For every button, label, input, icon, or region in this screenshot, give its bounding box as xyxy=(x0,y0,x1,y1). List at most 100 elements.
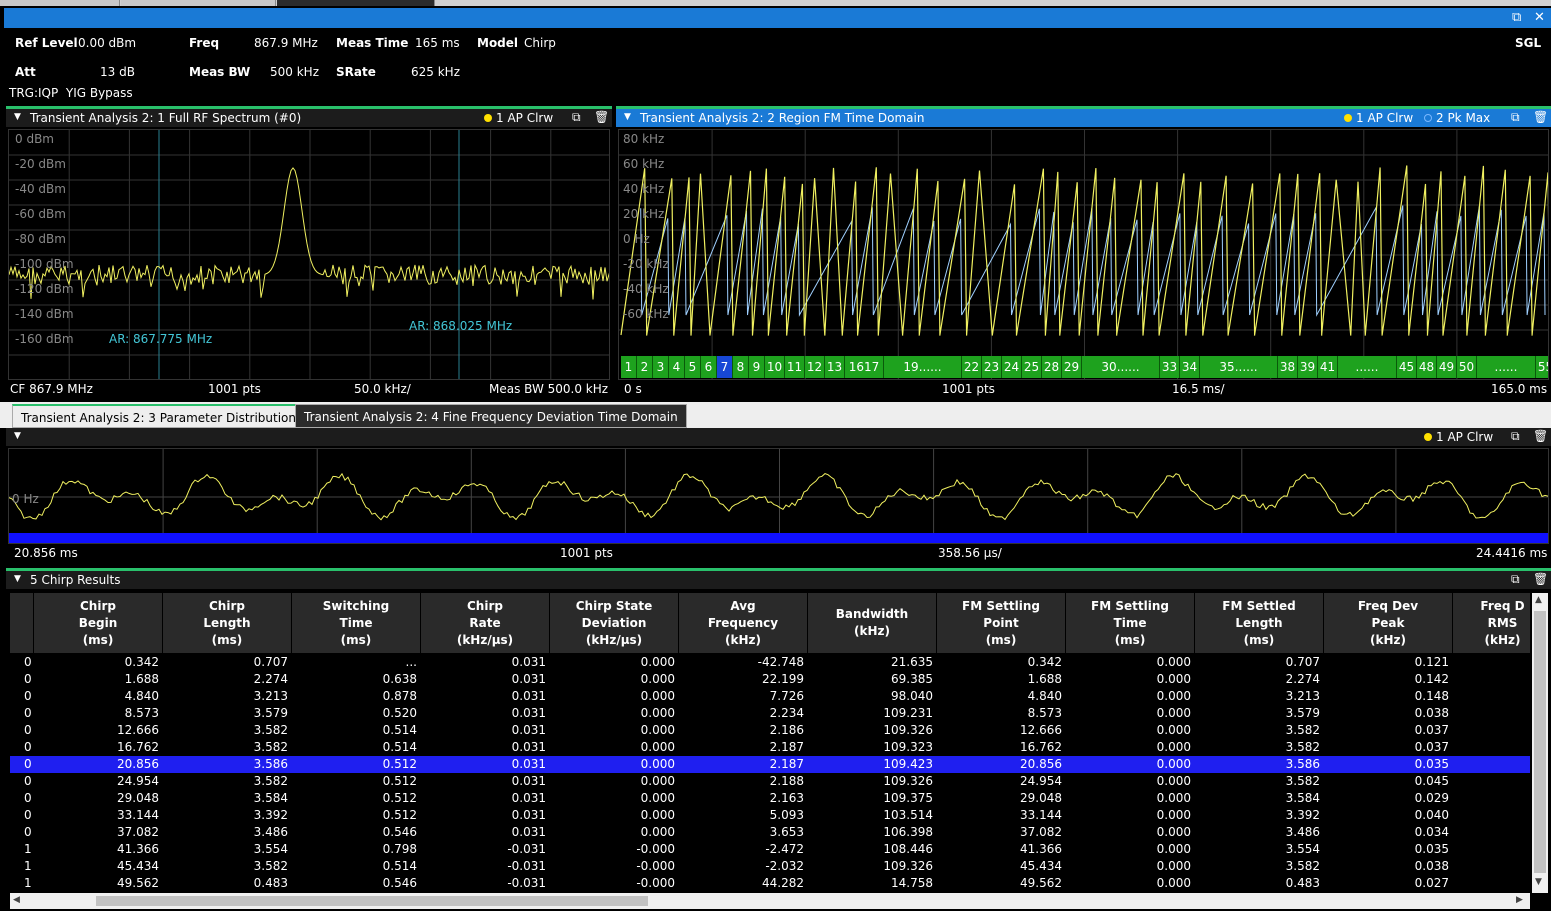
table-row[interactable]: 0 0.342 0.707... 0.031 0.000 -42.748 21.635 0.3… xyxy=(10,654,1530,671)
chirp-segment[interactable]: ...... xyxy=(1477,356,1536,378)
table-row[interactable]: 0 8.573 3.579 0.520 0.031 0.000 2.234 109.231 8.… xyxy=(10,705,1530,722)
table-row[interactable]: 0 29.048 3.584 0.512 0.031 0.000 2.163 109.375 2… xyxy=(10,790,1530,807)
table-cell: 0.031 xyxy=(511,723,546,737)
column-header[interactable]: Freq Dev Peak (kHz) xyxy=(1324,593,1453,653)
chirp-segment[interactable]: 41 xyxy=(1318,356,1338,378)
table-row[interactable]: 0 24.954 3.582 0.512 0.031 0.000 2.188 109.326 2… xyxy=(10,773,1530,790)
column-header[interactable]: Freq D RMS (kHz) xyxy=(1453,593,1530,653)
rf-spectrum-plot[interactable]: 0 dBm -20 dBm -40 dBm -60 dBm -80 dBm -100 dB… xyxy=(8,129,610,380)
collapse-triangle-icon[interactable]: ▼ xyxy=(624,112,631,122)
column-header[interactable]: Chirp Rate (kHz/µs) xyxy=(421,593,550,653)
table-row[interactable]: 0 16.762 3.582 0.514 0.031 0.000 2.187 109.323 1… xyxy=(10,739,1530,756)
maximize-window-icon[interactable]: ⧉ xyxy=(572,110,581,125)
tab-parameter-distribution[interactable]: Transient Analysis 2: 3 Parameter Distri… xyxy=(12,404,306,428)
chirp-segment[interactable]: 45 xyxy=(1397,356,1417,378)
table-row[interactable]: 0 33.144 3.392 0.512 0.031 0.000 5.093 103.514 3… xyxy=(10,807,1530,824)
chirp-segment[interactable]: 38 xyxy=(1278,356,1298,378)
measurement-tab-active[interactable] xyxy=(277,0,435,6)
chirp-segment[interactable]: 2 xyxy=(637,356,653,378)
table-row[interactable]: 0 12.666 3.582 0.514 0.031 0.000 2.186 109.326 1… xyxy=(10,722,1530,739)
chirp-segment[interactable]: 48 xyxy=(1417,356,1437,378)
column-header[interactable]: Chirp State Deviation (kHz/µs) xyxy=(550,593,679,653)
chirp-segment[interactable]: 8 xyxy=(733,356,749,378)
column-header[interactable]: Switching Time (ms) xyxy=(292,593,421,653)
chirp-segment[interactable]: 4 xyxy=(669,356,685,378)
chirp-segment[interactable]: 5 xyxy=(685,356,701,378)
table-cell: 0 xyxy=(24,672,32,686)
collapse-triangle-icon[interactable]: ▼ xyxy=(14,574,21,584)
chirp-segment[interactable]: 30...... xyxy=(1082,356,1160,378)
chirp-segment[interactable]: 33 xyxy=(1160,356,1180,378)
chirp-segment[interactable]: 6 xyxy=(701,356,717,378)
collapse-triangle-icon[interactable]: ▼ xyxy=(14,112,21,122)
table-row[interactable]: 0 37.082 3.486 0.546 0.031 0.000 3.653 106.398 3… xyxy=(10,824,1530,841)
chirp-segment[interactable]: 49 xyxy=(1437,356,1457,378)
table-row[interactable]: 1 49.562 0.483 0.546 -0.031 -0.000 44.282 14.75… xyxy=(10,875,1530,892)
close-icon[interactable]: ✕ xyxy=(1534,10,1545,25)
chirp-segment-selected[interactable]: 7 xyxy=(717,356,733,378)
fine-freq-plot[interactable]: 0 Hz xyxy=(8,448,1549,544)
chirp-segment[interactable]: 10 xyxy=(765,356,785,378)
rf-spectrum-window[interactable]: ▼ Transient Analysis 2: 1 Full RF Spectr… xyxy=(6,106,612,396)
column-header[interactable]: Bandwidth (kHz) xyxy=(808,593,937,653)
chirp-segment[interactable]: 35...... xyxy=(1200,356,1278,378)
chirp-segment[interactable]: 1 xyxy=(621,356,637,378)
tab-fine-frequency-deviation[interactable]: Transient Analysis 2: 4 Fine Frequency D… xyxy=(295,404,687,428)
chirp-segment[interactable]: 39 xyxy=(1298,356,1318,378)
chirp-segment[interactable]: ...... xyxy=(1338,356,1397,378)
chirp-segment[interactable]: 25 xyxy=(1022,356,1042,378)
chirp-segment[interactable]: 29 xyxy=(1062,356,1082,378)
chirp-segment[interactable]: 24 xyxy=(1002,356,1022,378)
fm-time-domain-window[interactable]: ▼ Transient Analysis 2: 2 Region FM Time… xyxy=(616,106,1551,396)
column-header[interactable] xyxy=(10,593,34,653)
y-axis-tick-label: -20 dBm xyxy=(15,157,66,171)
chirp-segment[interactable]: 19...... xyxy=(884,356,962,378)
restore-icon[interactable]: ⧉ xyxy=(1512,10,1521,25)
vertical-scrollbar[interactable]: ▲ ▼ xyxy=(1532,593,1548,893)
maximize-window-icon[interactable]: ⧉ xyxy=(1511,110,1520,125)
table-row[interactable]: 0 4.840 3.213 0.878 0.031 0.000 7.726 98.040 4.8… xyxy=(10,688,1530,705)
horizontal-scroll-thumb[interactable] xyxy=(96,896,648,906)
chirp-segment[interactable]: 55 xyxy=(1536,356,1548,378)
maximize-window-icon[interactable]: ⧉ xyxy=(1511,429,1520,444)
table-row[interactable]: 1 45.434 3.582 0.514 -0.031 -0.000 -2.032 109.3… xyxy=(10,858,1530,875)
delete-window-icon[interactable]: 🗑 xyxy=(1533,429,1548,443)
column-header[interactable]: Avg Frequency (kHz) xyxy=(679,593,808,653)
fine-freq-deviation-window[interactable]: ▼ 1 AP Clrw ⧉ 🗑 0 Hz 20.856 ms 1001 pts … xyxy=(6,428,1551,564)
delete-window-icon[interactable]: 🗑 xyxy=(1533,110,1548,124)
column-header[interactable]: FM Settling Point (ms) xyxy=(937,593,1066,653)
chirp-segment[interactable]: 1617 xyxy=(845,356,884,378)
measurement-tab[interactable] xyxy=(0,0,120,6)
chirp-segment[interactable]: 3 xyxy=(653,356,669,378)
column-header[interactable]: Chirp Begin (ms) xyxy=(34,593,163,653)
table-row[interactable]: 1 41.366 3.554 0.798 -0.031 -0.000 -2.472 108.4… xyxy=(10,841,1530,858)
chirp-segment[interactable]: 34 xyxy=(1180,356,1200,378)
chirp-segment[interactable]: 13 xyxy=(825,356,845,378)
chirp-segment[interactable]: 23 xyxy=(982,356,1002,378)
y-axis-tick-label: -140 dBm xyxy=(15,307,74,321)
fm-time-domain-plot[interactable]: 80 kHz 60 kHz 40 kHz 20 kHz 0 Hz -20 kHz -40 k… xyxy=(618,129,1549,380)
table-cell: -0.031 xyxy=(507,876,546,890)
measurement-tab[interactable] xyxy=(121,0,276,6)
delete-window-icon[interactable]: 🗑 xyxy=(594,110,609,124)
collapse-triangle-icon[interactable]: ▼ xyxy=(14,431,21,441)
table-cell: 109.323 xyxy=(883,740,933,754)
column-header[interactable]: FM Settling Time (ms) xyxy=(1066,593,1195,653)
table-row-selected[interactable]: 0 20.856 3.586 0.512 0.031 0.000 2.187 109.423 2… xyxy=(10,756,1530,773)
chirp-results-table[interactable]: Chirp Begin (ms) Chirp Length (ms) Switchi… xyxy=(10,593,1530,893)
horizontal-scrollbar[interactable]: ◀ ▶ xyxy=(10,893,1530,909)
column-header[interactable]: FM Settled Length (ms) xyxy=(1195,593,1324,653)
chirp-segment[interactable]: 12 xyxy=(805,356,825,378)
column-header[interactable]: Chirp Length (ms) xyxy=(163,593,292,653)
maximize-window-icon[interactable]: ⧉ xyxy=(1511,572,1520,587)
chirp-segment[interactable]: 22 xyxy=(962,356,982,378)
table-row[interactable]: 0 1.688 2.274 0.638 0.031 0.000 22.199 69.385 1.… xyxy=(10,671,1530,688)
table-cell: 16.762 xyxy=(117,740,159,754)
chirp-segment[interactable]: 28 xyxy=(1042,356,1062,378)
chirp-segment[interactable]: 11 xyxy=(785,356,805,378)
delete-window-icon[interactable]: 🗑 xyxy=(1533,572,1548,586)
vertical-scroll-thumb[interactable] xyxy=(1534,611,1546,873)
chirp-segment[interactable]: 9 xyxy=(749,356,765,378)
table-cell: 0.038 xyxy=(1414,859,1449,873)
chirp-segment[interactable]: 50 xyxy=(1457,356,1477,378)
